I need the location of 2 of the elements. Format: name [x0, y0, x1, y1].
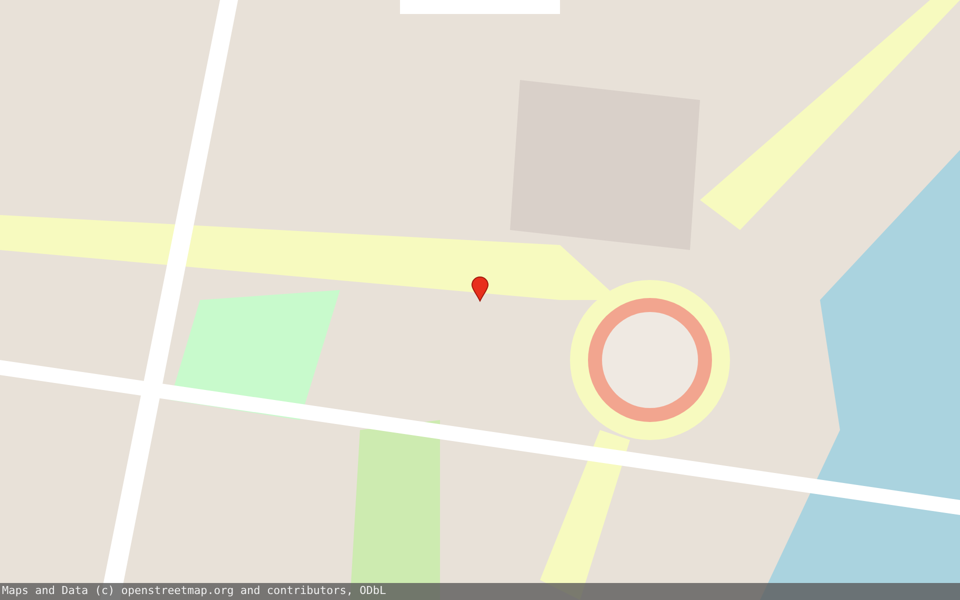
- map-pin-icon[interactable]: [471, 276, 489, 302]
- attribution-text: Maps and Data (c) openstreetmap.org and contributors, ODbL: [2, 583, 386, 600]
